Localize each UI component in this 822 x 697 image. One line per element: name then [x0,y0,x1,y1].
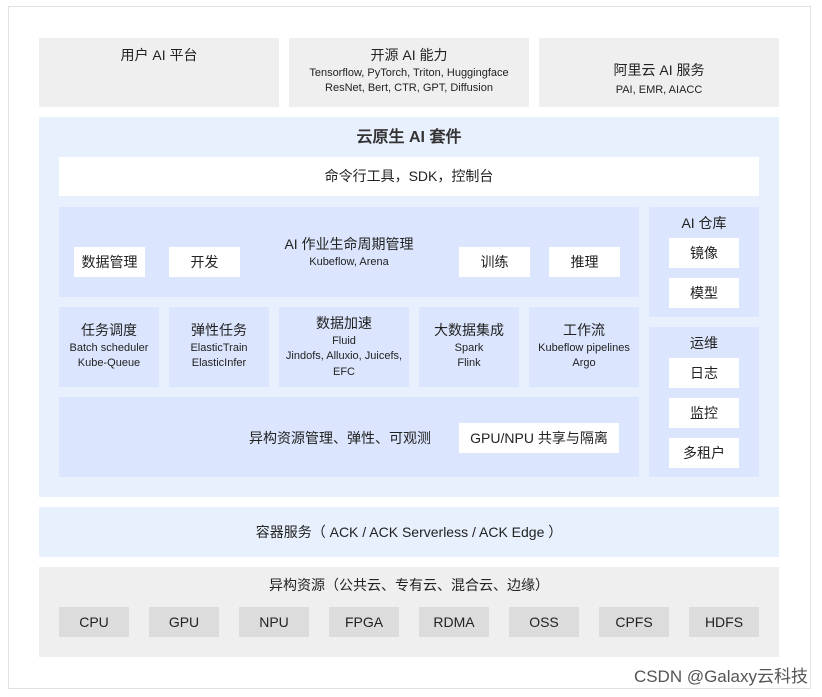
development-button: 开发 [169,247,240,277]
module-line: Batch scheduler [69,341,149,354]
ai-repository-title: AI 仓库 [681,215,727,231]
resource-chip-hdfs: HDFS [689,607,759,637]
container-service-bar: 容器服务（ ACK / ACK Serverless / ACK Edge ） [39,507,779,557]
data-acceleration-module: 数据加速 Fluid Jindofs, Alluxio, Juicefs, EF… [279,307,409,387]
open-source-ai-line-1: Tensorflow, PyTorch, Triton, Huggingface [309,66,509,79]
task-scheduling-module: 任务调度 Batch scheduler Kube-Queue [59,307,159,387]
module-line: ElasticTrain [190,341,248,354]
module-line: Fluid [332,334,356,347]
module-line: ElasticInfer [191,357,247,370]
hetero-resources-title: 异构资源（公共云、专有云、混合云、边缘） [269,577,549,593]
resource-chip-fpga: FPGA [329,607,399,637]
elastic-task-module: 弹性任务 ElasticTrain ElasticInfer [169,307,269,387]
gpu-npu-sharing-button: GPU/NPU 共享与隔离 [459,423,619,453]
aliyun-ai-service-box: 阿里云 AI 服务 PAI, EMR, AIACC [539,38,779,107]
inference-button: 推理 [549,247,620,277]
container-service-label: 容器服务（ ACK / ACK Serverless / ACK Edge ） [255,524,563,540]
data-management-button: 数据管理 [74,247,145,277]
watermark: CSDN @Galaxy云科技 [633,667,808,686]
cli-sdk-console-label: 命令行工具，SDK，控制台 [324,168,494,184]
ops-title: 运维 [690,335,718,351]
resource-chip-rdma: RDMA [419,607,489,637]
resource-chip-npu: NPU [239,607,309,637]
module-line: Flink [457,357,481,370]
module-title: 大数据集成 [434,322,504,338]
aliyun-ai-service-title: 阿里云 AI 服务 [613,62,705,78]
model-button: 模型 [669,278,739,308]
module-line: Kubeflow pipelines [538,341,630,354]
resource-chip-gpu: GPU [149,607,219,637]
user-ai-platform-title: 用户 AI 平台 [120,47,198,63]
hetero-resource-management-label: 异构资源管理、弹性、可观测 [249,430,431,446]
module-title: 工作流 [563,322,605,338]
aliyun-ai-service-line: PAI, EMR, AIACC [615,83,703,96]
module-title: 任务调度 [81,322,137,338]
module-title: 弹性任务 [191,322,247,338]
module-line: Argo [572,357,596,370]
cli-sdk-console-bar: 命令行工具，SDK，控制台 [59,157,759,196]
resource-chip-cpfs: CPFS [599,607,669,637]
module-line: EFC [333,366,355,378]
user-ai-platform-box: 用户 AI 平台 [39,38,279,107]
resource-chip-cpu: CPU [59,607,129,637]
module-title: 数据加速 [316,315,372,331]
module-line: Spark [454,341,484,354]
multi-tenant-button: 多租户 [669,438,739,468]
image-button: 镜像 [669,238,739,268]
module-line: Kube-Queue [77,357,141,370]
workflow-module: 工作流 Kubeflow pipelines Argo [529,307,639,387]
open-source-ai-box: 开源 AI 能力 Tensorflow, PyTorch, Triton, Hu… [289,38,529,107]
training-button: 训练 [459,247,530,277]
suite-title: 云原生 AI 套件 [356,129,462,146]
module-line: Jindofs, Alluxio, Juicefs, [285,350,403,363]
big-data-integration-module: 大数据集成 Spark Flink [419,307,519,387]
open-source-ai-title: 开源 AI 能力 [370,47,448,63]
open-source-ai-line-2: ResNet, Bert, CTR, GPT, Diffusion [325,82,493,95]
monitoring-button: 监控 [669,398,739,428]
logs-button: 日志 [669,358,739,388]
resource-chip-oss: OSS [509,607,579,637]
